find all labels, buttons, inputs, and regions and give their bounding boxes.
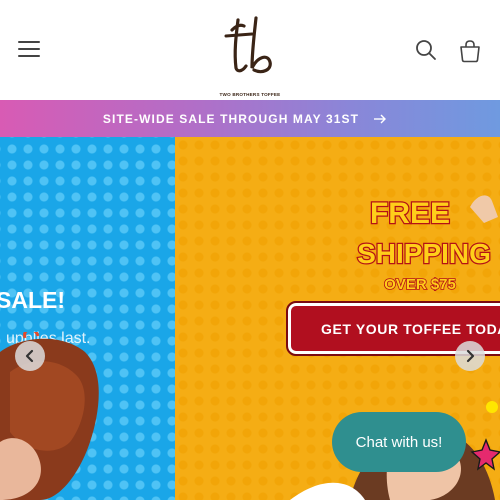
svg-text:OVER $75: OVER $75	[384, 276, 456, 293]
free-shipping-graphic: FREE SHIPPING OVER $75	[356, 195, 498, 294]
arrow-right-icon	[374, 114, 387, 123]
announcement-link[interactable]: SITE-WIDE SALE THROUGH MAY 31ST	[0, 100, 500, 137]
cart-icon[interactable]	[457, 38, 483, 64]
logo-wordmark: TWO BROTHERS TOFFEE	[219, 92, 281, 97]
announcement-bar: SITE-WIDE SALE THROUGH MAY 31ST	[0, 100, 500, 137]
svg-text:SHIPPING: SHIPPING	[357, 238, 491, 269]
chat-button[interactable]: Chat with us!	[332, 412, 466, 472]
slide-next-button[interactable]	[455, 341, 485, 371]
slide-sale: SALE! upplies last.	[0, 137, 175, 500]
hamburger-menu-icon[interactable]	[18, 40, 40, 58]
logo-mark	[224, 16, 272, 74]
brand-logo[interactable]: TWO BROTHERS TOFFEE	[220, 16, 280, 97]
slide-prev-button[interactable]	[15, 341, 45, 371]
search-icon[interactable]	[414, 38, 438, 62]
slide-heading: SALE!	[0, 287, 65, 313]
chevron-right-icon	[466, 349, 475, 363]
site-header: TWO BROTHERS TOFFEE	[0, 0, 500, 100]
svg-text:FREE: FREE	[370, 197, 450, 230]
announcement-text: SITE-WIDE SALE THROUGH MAY 31ST	[102, 111, 360, 126]
chevron-left-icon	[25, 349, 34, 363]
